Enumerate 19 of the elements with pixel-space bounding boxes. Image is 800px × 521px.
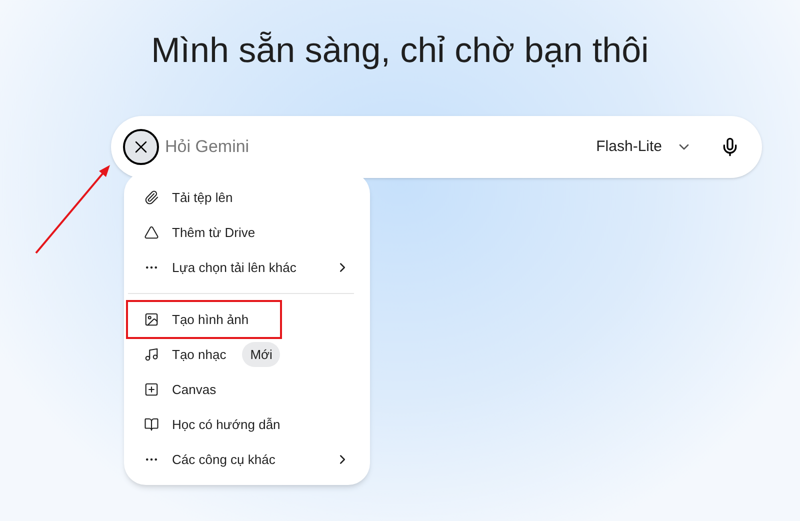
menu-item[interactable]: Tạo hình ảnh <box>128 302 280 337</box>
paperclip-icon <box>144 190 159 205</box>
add-square-icon <box>144 382 159 397</box>
prompt-field[interactable]: Hỏi Gemini Flash-Lite <box>111 116 762 178</box>
image-icon <box>144 312 159 327</box>
menu-item[interactable]: Lựa chọn tải lên khác <box>124 250 370 285</box>
menu-item[interactable]: Các công cụ khác <box>124 442 370 477</box>
heading: Mình sẵn sàng, chỉ chờ bạn thôi <box>150 30 650 72</box>
triangle-icon <box>144 225 159 240</box>
model-selector[interactable]: Flash-Lite <box>596 136 692 158</box>
menu-item[interactable]: Tạo nhạc Mới <box>124 337 370 372</box>
menu-item[interactable]: Thêm từ Drive <box>124 215 370 250</box>
menu-item[interactable]: Tải tệp lên <box>124 180 370 215</box>
music-icon <box>144 347 159 362</box>
menu-item[interactable]: Học có hướng dẫn <box>124 407 370 442</box>
close-button[interactable] <box>123 129 159 165</box>
new-badge: Mới <box>242 342 280 368</box>
book-icon <box>144 417 159 432</box>
menu-item[interactable]: Canvas <box>124 372 370 407</box>
